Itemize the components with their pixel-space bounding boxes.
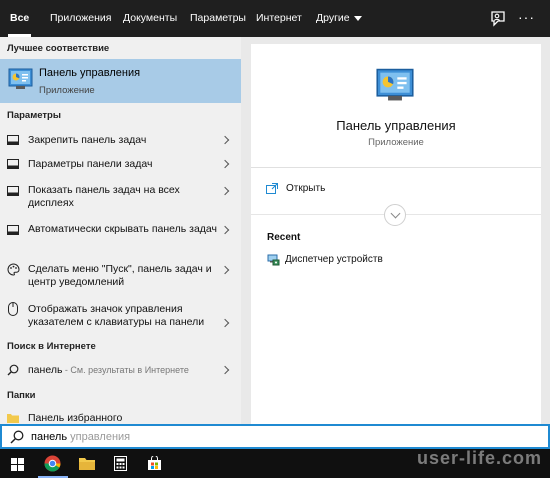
chrome-icon	[44, 455, 61, 472]
chevron-right-icon	[220, 318, 230, 328]
settings-item-start-taskbar-colors[interactable]: Сделать меню "Пуск", панель задач и цент…	[0, 258, 241, 294]
control-panel-icon	[376, 68, 414, 101]
web-search-item[interactable]: панель - См. результаты в Интернете	[0, 359, 241, 383]
search-box[interactable]: панель управления	[0, 424, 550, 449]
mouse-icon	[8, 302, 18, 316]
open-icon	[266, 183, 278, 194]
search-icon	[10, 430, 24, 444]
tab-more[interactable]: Другие	[316, 0, 362, 37]
folder-icon	[7, 414, 19, 423]
taskbar-icon	[7, 186, 19, 196]
search-tabs-bar: Все Приложения Документы Параметры Интер…	[0, 0, 550, 37]
search-input[interactable]: панель управления	[31, 431, 130, 443]
chevron-right-icon	[220, 225, 230, 235]
settings-item-lock-taskbar[interactable]: Закрепить панель задач	[0, 129, 241, 153]
taskbar-icon	[7, 159, 19, 169]
divider	[251, 167, 541, 168]
tab-documents[interactable]: Документы	[123, 0, 177, 37]
folders-header: Папки	[7, 390, 36, 401]
settings-item-label: Сделать меню "Пуск", панель задач и цент…	[28, 263, 212, 288]
calculator-taskbar-button[interactable]	[104, 449, 138, 478]
preview-title: Панель управления	[336, 118, 456, 133]
recent-header: Recent	[267, 232, 301, 243]
feedback-icon[interactable]	[489, 10, 507, 28]
settings-item-label: Отображать значок управления указателем …	[28, 303, 205, 328]
folder-item[interactable]: Панель избранного	[0, 408, 241, 424]
tab-apps[interactable]: Приложения	[50, 0, 111, 37]
preview-panel: Панель управления Приложение Открыть Rec…	[251, 44, 541, 424]
recent-item-label: Диспетчер устройств	[285, 254, 383, 265]
tab-more-label: Другие	[316, 12, 350, 24]
best-match-title: Панель управления	[39, 67, 141, 79]
tab-web[interactable]: Интернет	[256, 0, 302, 37]
preview-subtitle: Приложение	[368, 137, 424, 148]
calculator-icon	[114, 456, 127, 471]
web-search-label: панель - См. результаты в Интернете	[28, 364, 189, 376]
chevron-right-icon	[220, 186, 230, 196]
settings-item-label: Автоматически скрывать панель задач	[28, 223, 218, 235]
taskbar-icon	[7, 225, 19, 235]
store-icon	[148, 456, 161, 470]
explorer-taskbar-button[interactable]	[70, 449, 104, 478]
windows-logo-icon	[11, 458, 24, 471]
windows-search-window: Все Приложения Документы Параметры Интер…	[0, 0, 550, 478]
open-label: Открыть	[286, 183, 326, 194]
tab-settings[interactable]: Параметры	[190, 0, 246, 37]
settings-item-taskbar-settings[interactable]: Параметры панели задач	[0, 153, 241, 177]
chevron-down-icon	[353, 15, 362, 21]
best-match-item[interactable]: Панель управления Приложение	[0, 59, 241, 103]
settings-item-autohide-taskbar[interactable]: Автоматически скрывать панель задач	[0, 218, 241, 254]
web-search-header: Поиск в Интернете	[7, 341, 96, 352]
taskbar-icon	[7, 135, 19, 145]
chevron-right-icon	[220, 159, 230, 169]
device-manager-icon	[267, 254, 280, 266]
results-panel: Лучшее соответствие Панель управления Пр…	[0, 37, 241, 424]
settings-item-label: Закрепить панель задач	[28, 134, 147, 146]
watermark: user-life.com	[417, 448, 543, 468]
chevron-right-icon	[220, 265, 230, 275]
chevron-right-icon	[220, 365, 230, 375]
search-icon	[7, 364, 19, 376]
chrome-taskbar-button[interactable]	[36, 449, 70, 478]
settings-item-label: Показать панель задач на всех дисплеях	[28, 184, 180, 209]
settings-item-mouse-keys[interactable]: Отображать значок управления указателем …	[0, 298, 241, 336]
start-button[interactable]	[0, 449, 34, 478]
settings-item-show-on-all-displays[interactable]: Показать панель задач на всех дисплеях	[0, 179, 241, 215]
more-options-icon[interactable]: ···	[518, 10, 535, 28]
folder-item-label: Панель избранного	[28, 412, 123, 424]
settings-item-label: Параметры панели задач	[28, 158, 153, 170]
settings-header: Параметры	[7, 110, 61, 121]
best-match-subtitle: Приложение	[39, 85, 95, 96]
control-panel-icon	[8, 68, 33, 89]
folder-icon	[79, 458, 95, 470]
chevron-right-icon	[220, 135, 230, 145]
store-taskbar-button[interactable]	[138, 449, 172, 478]
best-match-header: Лучшее соответствие	[7, 43, 110, 54]
palette-icon	[7, 263, 20, 276]
tab-all[interactable]: Все	[7, 0, 32, 37]
expand-button[interactable]	[384, 204, 406, 226]
